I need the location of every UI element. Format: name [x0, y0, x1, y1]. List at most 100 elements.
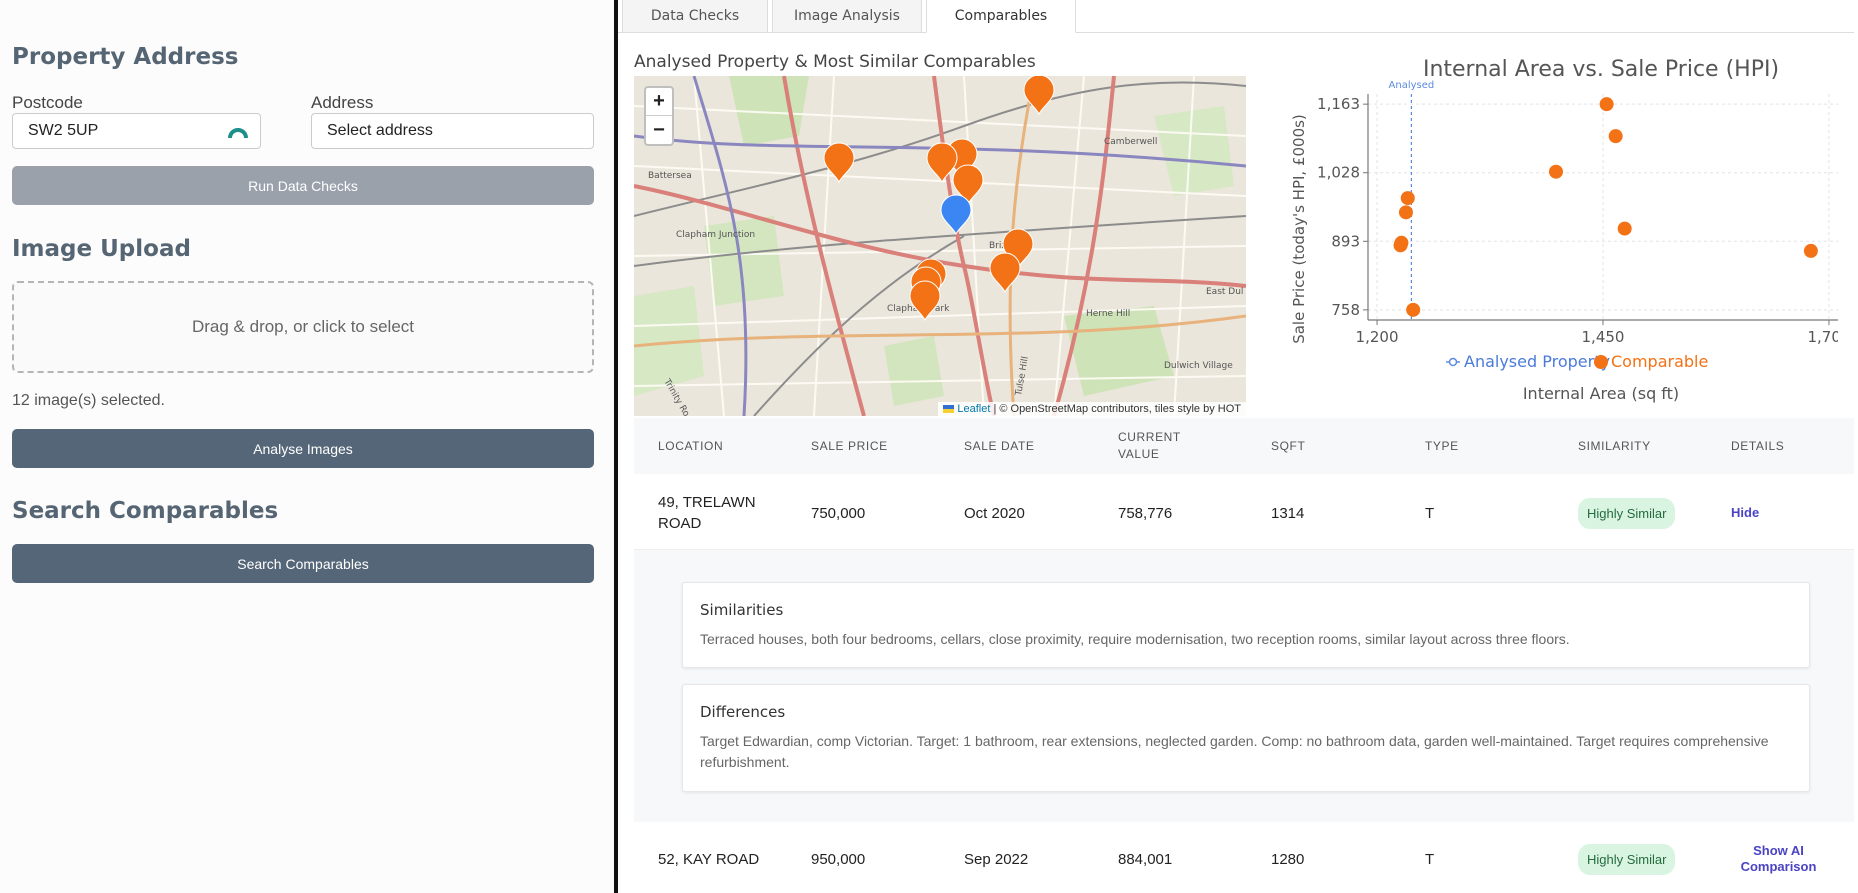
x-tick-label: 1,200	[1356, 328, 1399, 346]
th-current-value: CURRENT VALUE	[1118, 430, 1181, 461]
y-tick-label: 893	[1331, 232, 1360, 250]
legend-analysed-label: Analysed Property	[1464, 352, 1610, 371]
y-axis-label: Sale Price (today's HPI, £000s)	[1290, 114, 1308, 344]
cell-sale-date: Sep 2022	[964, 850, 1029, 868]
ukraine-flag-icon	[943, 405, 955, 414]
cell-type: T	[1425, 850, 1435, 868]
similarity-badge: Highly Similar	[1578, 843, 1676, 875]
chart-legend: Analysed Property Comparable	[1446, 352, 1708, 371]
similarity-cell: Highly Similar	[1578, 822, 1676, 893]
comparable-point	[1394, 235, 1409, 250]
legend-comparable-marker	[1594, 355, 1608, 369]
cell-location: 49, TRELAWN ROAD	[658, 494, 756, 532]
y-tick-label: 758	[1331, 301, 1360, 319]
image-upload-heading: Image Upload	[12, 236, 191, 262]
cell-sqft: 1280	[1271, 850, 1305, 868]
chart-title: Internal Area vs. Sale Price (HPI)	[1423, 57, 1779, 82]
place-label: Herne Hill	[1086, 309, 1130, 319]
th-sale-date: SALE DATE	[964, 438, 1035, 453]
images-selected-text: 12 image(s) selected.	[12, 392, 165, 409]
y-tick-label: 1,163	[1317, 95, 1360, 113]
similarities-title: Similarities	[700, 601, 784, 619]
postcode-label: Postcode	[12, 93, 83, 112]
differences-card: Differences Target Edwardian, comp Victo…	[682, 684, 1810, 792]
run-data-checks-button[interactable]: Run Data Checks	[12, 166, 594, 205]
area-price-chart: Internal Area vs. Sale Price (HPI) 1,200…	[1290, 57, 1838, 403]
image-dropzone[interactable]: Drag & drop, or click to select	[12, 281, 594, 373]
map-attribution: Leaflet | © OpenStreetMap contributors, …	[938, 402, 1246, 416]
cell-current-value: 884,001	[1118, 850, 1173, 868]
differences-title: Differences	[700, 703, 786, 721]
tab-comparables[interactable]: Comparables	[926, 0, 1076, 33]
map-tiles: Battersea Clapham Junction Brixton Cambe…	[634, 76, 1246, 416]
zoom-out-button[interactable]: −	[646, 116, 672, 144]
row-details-panel: Similarities Terraced houses, both four …	[634, 550, 1854, 822]
right-panel: Data Checks Image Analysis Comparables A…	[618, 0, 1858, 893]
hide-details-link[interactable]: Hide	[1731, 505, 1759, 521]
th-sqft: SQFT	[1271, 438, 1306, 453]
similarity-cell: Highly Similar	[1578, 476, 1676, 550]
x-tick-label: 1,450	[1582, 328, 1625, 346]
park-area	[884, 336, 944, 406]
place-label: Dulwich Village	[1164, 361, 1233, 371]
th-type: TYPE	[1425, 438, 1459, 453]
search-comparables-button[interactable]: Search Comparables	[12, 544, 594, 583]
comparable-point	[1617, 221, 1632, 236]
app-root: Property Address Postcode SW2 5UP Addres…	[0, 0, 1858, 893]
map-view[interactable]: Battersea Clapham Junction Brixton Cambe…	[634, 76, 1246, 416]
th-location: LOCATION	[658, 438, 724, 453]
similarities-text: Terraced houses, both four bedrooms, cel…	[700, 631, 1570, 647]
address-select[interactable]: Select address	[311, 113, 594, 149]
cell-sale-price: 750,000	[811, 504, 866, 522]
comparables-table-header: LOCATION SALE PRICE SALE DATE CURRENT VA…	[634, 418, 1854, 474]
table-row: 49, TRELAWN ROAD 750,000 Oct 2020 758,77…	[634, 476, 1854, 550]
postcode-input[interactable]: SW2 5UP	[12, 113, 261, 149]
place-label: East Dul	[1206, 287, 1243, 297]
similarities-card: Similarities Terraced houses, both four …	[682, 582, 1810, 668]
address-select-value: Select address	[327, 122, 433, 139]
leaflet-link[interactable]: Leaflet	[957, 403, 990, 415]
analysed-annotation: Analysed	[1389, 80, 1435, 91]
address-label: Address	[311, 93, 374, 112]
table-row: 52, KAY ROAD 950,000 Sep 2022 884,001 12…	[634, 822, 1854, 893]
comparable-point	[1549, 164, 1563, 179]
postcode-value: SW2 5UP	[28, 122, 99, 139]
x-axis-label: Internal Area (sq ft)	[1523, 384, 1679, 403]
th-similarity: SIMILARITY	[1578, 438, 1651, 453]
loading-spinner-icon	[228, 128, 248, 139]
legend-analysed-marker	[1448, 357, 1458, 367]
zoom-in-button[interactable]: +	[646, 88, 672, 116]
cell-current-value: 758,776	[1118, 504, 1173, 522]
differences-text: Target Edwardian, comp Victorian. Target…	[700, 733, 1769, 770]
dropzone-text: Drag & drop, or click to select	[191, 317, 415, 336]
map-title: Analysed Property & Most Similar Compara…	[634, 52, 1036, 72]
tab-data-checks[interactable]: Data Checks	[622, 0, 768, 33]
analyse-images-button[interactable]: Analyse Images	[12, 429, 594, 468]
cell-type: T	[1425, 504, 1435, 522]
left-panel: Property Address Postcode SW2 5UP Addres…	[0, 0, 618, 893]
details-cell: Show AI Comparison	[1731, 822, 1826, 893]
place-label: Clapham Junction	[676, 230, 755, 240]
attribution-text: | © OpenStreetMap contributors, tiles st…	[993, 403, 1241, 415]
property-address-heading: Property Address	[12, 44, 239, 70]
similarity-badge: Highly Similar	[1578, 497, 1676, 529]
zoom-control: + −	[644, 86, 674, 146]
tab-bar: Data Checks Image Analysis Comparables	[618, 0, 1854, 33]
comparable-point	[1398, 205, 1413, 220]
cell-sale-price: 950,000	[811, 850, 866, 868]
tab-image-analysis[interactable]: Image Analysis	[772, 0, 922, 33]
th-details: DETAILS	[1731, 438, 1785, 453]
y-tick-label: 1,028	[1317, 164, 1360, 182]
cell-sale-date: Oct 2020	[964, 504, 1025, 522]
cell-sqft: 1314	[1271, 504, 1305, 522]
comparable-point	[1400, 191, 1415, 206]
place-label: Battersea	[648, 171, 692, 181]
x-tick-label: 1,700	[1807, 328, 1838, 346]
search-comparables-heading: Search Comparables	[12, 498, 279, 524]
details-cell: Hide	[1731, 476, 1821, 550]
comparable-point	[1599, 97, 1614, 112]
comparable-point	[1803, 243, 1818, 258]
legend-comparable-label: Comparable	[1611, 352, 1708, 371]
comparable-point	[1608, 129, 1623, 144]
show-ai-comparison-link[interactable]: Show AI Comparison	[1731, 843, 1826, 875]
